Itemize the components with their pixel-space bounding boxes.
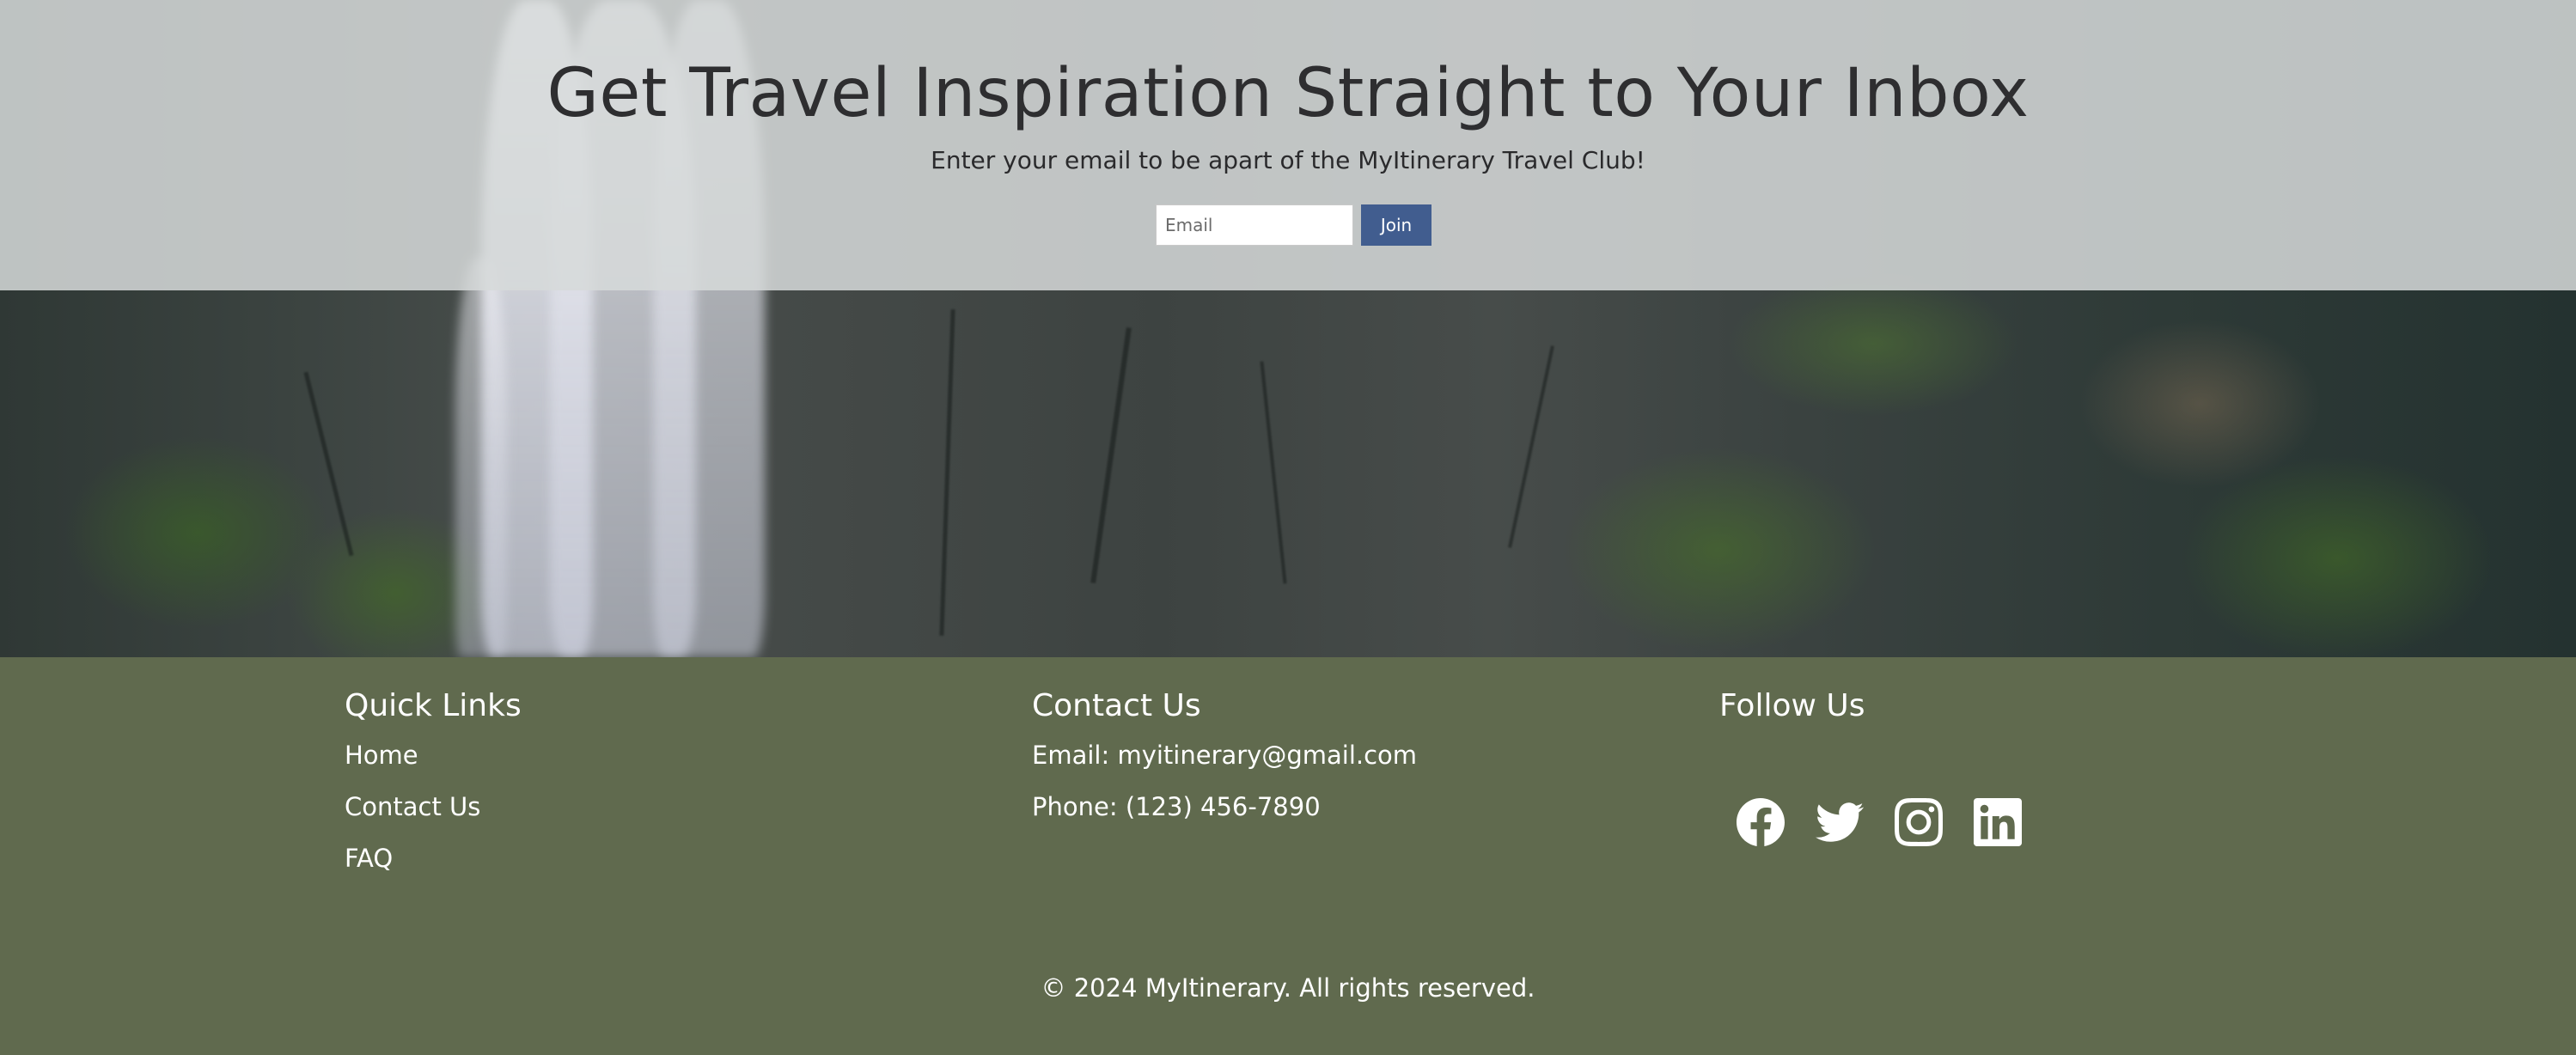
social-icons (1737, 798, 2022, 846)
join-button[interactable]: Join (1361, 204, 1431, 246)
contact-us-link[interactable]: Contact Us (345, 792, 480, 821)
newsletter-subtitle: Enter your email to be apart of the MyIt… (931, 146, 1645, 174)
contact-column: Contact Us Email: myitinerary@gmail.com … (1032, 688, 1417, 821)
newsletter-form: Join (1156, 204, 1431, 246)
newsletter-title: Get Travel Inspiration Straight to Your … (546, 55, 2030, 132)
quick-link-contact: Contact Us (345, 781, 480, 832)
quick-links-heading: Quick Links (345, 688, 522, 723)
contact-heading: Contact Us (1032, 688, 1201, 723)
contact-phone: Phone: (123) 456-7890 (1032, 792, 1321, 821)
faq-link[interactable]: FAQ (345, 844, 393, 873)
quick-links-column: Quick Links Home Contact Us FAQ (345, 688, 522, 873)
facebook-icon[interactable] (1737, 798, 1785, 846)
follow-heading: Follow Us (1719, 688, 1865, 723)
follow-column: Follow Us (1719, 688, 2022, 846)
instagram-icon[interactable] (1895, 798, 1943, 846)
quick-links-list: Home Contact Us FAQ (345, 729, 480, 884)
newsletter-section: Get Travel Inspiration Straight to Your … (0, 0, 2576, 290)
contact-email: Email: myitinerary@gmail.com (1032, 741, 1418, 770)
email-input[interactable] (1156, 204, 1353, 246)
linkedin-icon[interactable] (1974, 798, 2022, 846)
quick-link-faq: FAQ (345, 832, 480, 884)
site-footer: Quick Links Home Contact Us FAQ Contact … (0, 657, 2576, 1055)
copyright-text: © 2024 MyItinerary. All rights reserved. (1041, 973, 1535, 1003)
twitter-icon[interactable] (1816, 798, 1864, 846)
quick-link-home: Home (345, 729, 480, 781)
home-link[interactable]: Home (345, 741, 418, 770)
contact-list: Email: myitinerary@gmail.com Phone: (123… (1032, 729, 1417, 832)
